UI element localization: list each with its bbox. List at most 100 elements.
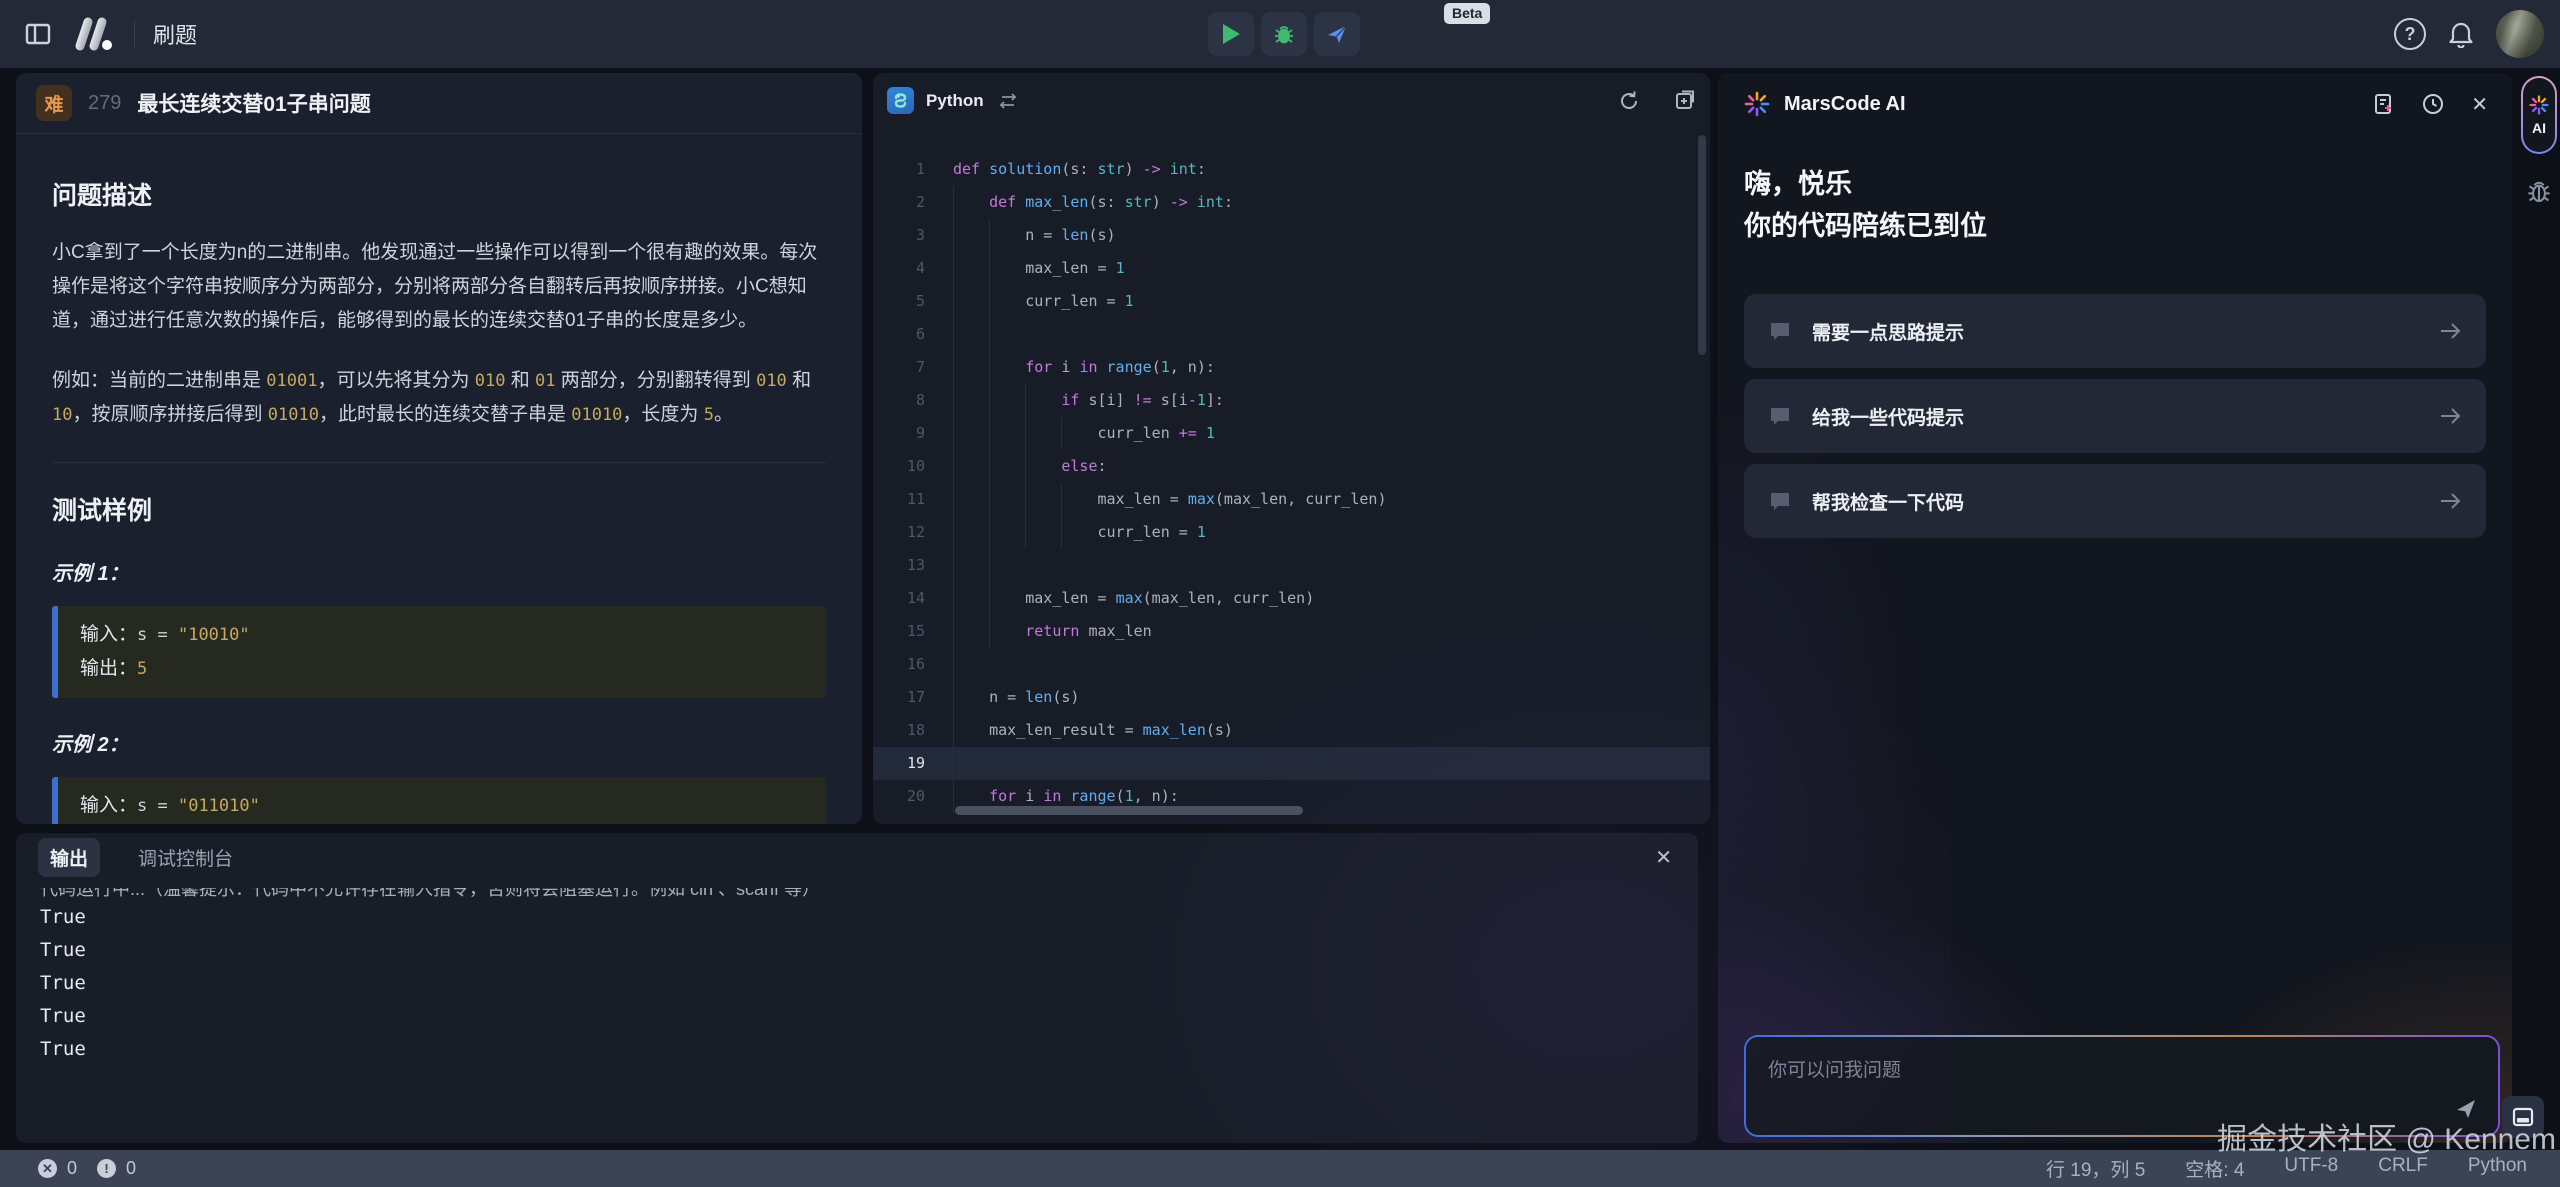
- code-text: max_len = max(max_len, curr_len): [925, 483, 1710, 516]
- problem-title: 最长连续交替01子串问题: [137, 88, 370, 118]
- ai-greeting-line2: 你的代码陪练已到位: [1744, 205, 2486, 247]
- samples-heading: 测试样例: [52, 491, 826, 527]
- run-button[interactable]: [1208, 12, 1254, 56]
- token: :: [1224, 193, 1233, 211]
- code-text: for i in range(1, n):: [925, 351, 1710, 384]
- token: solution: [989, 160, 1061, 178]
- indent-guide: [953, 450, 954, 483]
- code-line[interactable]: 8 if s[i] != s[i-1]:: [873, 384, 1710, 417]
- code-line[interactable]: 6: [873, 318, 1710, 351]
- console-tab-debug[interactable]: 调试控制台: [126, 838, 245, 877]
- ai-rail-button[interactable]: AI: [2521, 76, 2557, 154]
- errors-icon[interactable]: ✕: [38, 1159, 57, 1178]
- code-line[interactable]: 16: [873, 648, 1710, 681]
- ai-suggestion-card[interactable]: 需要一点思路提示: [1744, 294, 2486, 368]
- console-close-icon[interactable]: ✕: [1655, 845, 1672, 870]
- code-line[interactable]: 14 max_len = max(max_len, curr_len): [873, 582, 1710, 615]
- code-area[interactable]: 1def solution(s: str) -> int:2 def max_l…: [873, 153, 1710, 824]
- encoding[interactable]: UTF-8: [2284, 1155, 2338, 1182]
- indent-guide: [989, 549, 990, 582]
- history-icon[interactable]: [2421, 92, 2445, 116]
- console-line: True: [40, 1000, 1674, 1033]
- indent-guide: [953, 681, 954, 714]
- warnings-count[interactable]: 0: [126, 1158, 136, 1179]
- token: len: [1025, 688, 1052, 706]
- submit-button[interactable]: Beta: [1314, 12, 1360, 56]
- switch-language-icon[interactable]: [998, 93, 1018, 109]
- token: return: [1025, 622, 1079, 640]
- avatar[interactable]: [2496, 10, 2544, 58]
- code-line[interactable]: 1def solution(s: str) -> int:: [873, 153, 1710, 186]
- token: [1161, 160, 1170, 178]
- chat-input[interactable]: 你可以问我问题: [1746, 1037, 2498, 1135]
- chat-send-icon[interactable]: [2454, 1097, 2478, 1121]
- token: (: [1116, 787, 1125, 805]
- token: [953, 391, 1061, 409]
- console-tab-output[interactable]: 输出: [38, 838, 100, 877]
- ai-suggestion-card[interactable]: 给我一些代码提示: [1744, 379, 2486, 453]
- token: (max_len, curr_len): [1215, 490, 1387, 508]
- cursor-position[interactable]: 行 19，列 5: [2046, 1155, 2145, 1182]
- vertical-scrollbar[interactable]: [1698, 135, 1706, 355]
- indent-guide: [1061, 516, 1062, 549]
- bell-icon[interactable]: [2448, 20, 2474, 48]
- bottom-panel-toggle[interactable]: [2502, 1096, 2544, 1138]
- indent-setting[interactable]: 空格: 4: [2185, 1155, 2244, 1182]
- token: , n):: [1134, 787, 1179, 805]
- help-icon[interactable]: ?: [2394, 18, 2426, 50]
- code-line[interactable]: 13: [873, 549, 1710, 582]
- code-line[interactable]: 19: [873, 747, 1710, 780]
- example-block: 示例 2： 输入：s = "011010" 输出：4: [52, 728, 826, 824]
- reset-code-icon[interactable]: [1618, 90, 1640, 112]
- sidebar-toggle-icon[interactable]: [24, 20, 52, 48]
- inline-code: 01010: [268, 405, 319, 425]
- token: :: [1098, 457, 1107, 475]
- ai-close-icon[interactable]: ✕: [2471, 92, 2488, 117]
- code-line[interactable]: 4 max_len = 1: [873, 252, 1710, 285]
- console-line: True: [40, 901, 1674, 934]
- indent-guide: [953, 219, 954, 252]
- example-block: 示例 1： 输入：s = "10010" 输出：5: [52, 557, 826, 698]
- code-line[interactable]: 5 curr_len = 1: [873, 285, 1710, 318]
- indent-guide: [989, 483, 990, 516]
- token: [1016, 193, 1025, 211]
- text-segment: ，此时最长的连续交替子串是: [319, 404, 571, 425]
- rail-debug-icon[interactable]: [2526, 178, 2552, 209]
- code-line[interactable]: 15 return max_len: [873, 615, 1710, 648]
- ai-suggestion-card[interactable]: 帮我检查一下代码: [1744, 464, 2486, 538]
- code-text: max_len_result = max_len(s): [925, 714, 1710, 747]
- token: def: [953, 160, 980, 178]
- marscode-logo[interactable]: [70, 16, 116, 52]
- inline-code: 01: [535, 371, 555, 391]
- code-line[interactable]: 9 curr_len += 1: [873, 417, 1710, 450]
- eol-setting[interactable]: CRLF: [2378, 1155, 2428, 1182]
- debug-button[interactable]: [1261, 12, 1307, 56]
- code-line[interactable]: 2 def max_len(s: str) -> int:: [873, 186, 1710, 219]
- new-chat-icon[interactable]: [2371, 92, 2395, 116]
- errors-count[interactable]: 0: [67, 1158, 77, 1179]
- code-line[interactable]: 17 n = len(s): [873, 681, 1710, 714]
- token: s[i]: [1079, 391, 1133, 409]
- code-text: n = len(s): [925, 681, 1710, 714]
- chat-input-border: 你可以问我问题: [1744, 1035, 2500, 1137]
- code-line[interactable]: 12 curr_len = 1: [873, 516, 1710, 549]
- line-number: 19: [873, 747, 925, 780]
- token: max_len_result =: [953, 721, 1143, 739]
- console-output: 代码运行中...（温馨提示：代码中不允许存在输入指令，否则将会阻塞运行。例如 c…: [40, 888, 1674, 1135]
- code-text: n = len(s): [925, 219, 1710, 252]
- line-number: 3: [873, 219, 925, 252]
- horizontal-scrollbar[interactable]: [955, 806, 1303, 815]
- code-line[interactable]: 11 max_len = max(max_len, curr_len): [873, 483, 1710, 516]
- code-text: [925, 549, 1710, 582]
- language-mode[interactable]: Python: [2468, 1155, 2527, 1182]
- code-line[interactable]: 18 max_len_result = max_len(s): [873, 714, 1710, 747]
- ai-greeting: 嗨，悦乐 你的代码陪练已到位: [1718, 135, 2512, 247]
- indent-guide: [953, 186, 954, 219]
- indent-guide: [989, 615, 990, 648]
- compare-icon[interactable]: [1674, 90, 1696, 112]
- code-line[interactable]: 7 for i in range(1, n):: [873, 351, 1710, 384]
- token: int: [1170, 160, 1197, 178]
- warnings-icon[interactable]: !: [97, 1159, 116, 1178]
- code-line[interactable]: 10 else:: [873, 450, 1710, 483]
- code-line[interactable]: 3 n = len(s): [873, 219, 1710, 252]
